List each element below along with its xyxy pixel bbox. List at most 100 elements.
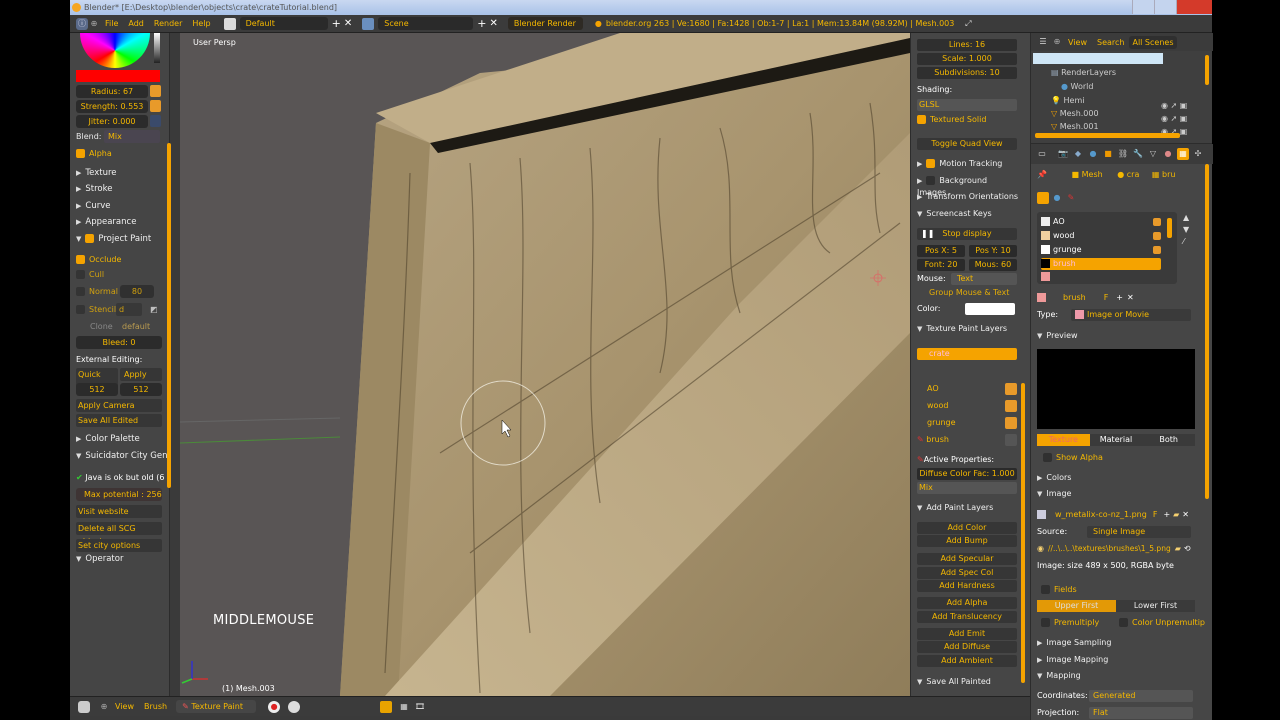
paint-layer-brush[interactable]: ✎ brush	[917, 434, 1017, 446]
group-mouse-text-checkbox[interactable]: Group Mouse & Text	[917, 287, 1017, 299]
lower-first-option[interactable]: Lower First	[1116, 600, 1195, 612]
apply-camera-image-button[interactable]: Apply Camera Image	[76, 399, 162, 423]
data-tab-icon[interactable]: ▽	[1147, 148, 1159, 160]
add-bump-button[interactable]: Add Bump	[917, 535, 1017, 547]
stop-display-button[interactable]: ❚❚ Stop display	[917, 228, 1017, 240]
outliner-item-world[interactable]: ● World	[1061, 82, 1093, 91]
pos-y-field[interactable]: Pos Y: 10	[969, 245, 1017, 257]
pivot-icon[interactable]	[288, 700, 301, 713]
panel-texture[interactable]: ▶ Texture	[76, 167, 162, 180]
face-mask-icon[interactable]	[380, 700, 393, 713]
clone-layer-field[interactable]: default	[122, 320, 150, 333]
shading-select[interactable]: GLSL	[917, 99, 1017, 111]
pin-icon[interactable]: 📌	[1037, 170, 1047, 179]
render-engine-select[interactable]: Blender Render	[507, 17, 583, 30]
delete-screen-button[interactable]: ✕	[344, 18, 352, 29]
reload-image-icon[interactable]: ⟲	[1184, 544, 1191, 553]
texture-tab-icon[interactable]: ▦	[1177, 148, 1189, 160]
mouse-size-field[interactable]: Mous: 60	[969, 259, 1017, 271]
add-screen-button[interactable]: +	[332, 17, 341, 30]
editor-type-icon[interactable]: ⓘ	[76, 17, 88, 30]
editor-type-3dview-icon[interactable]	[78, 700, 90, 713]
max-potential-field[interactable]: Max potential : 256	[76, 488, 162, 501]
normal-checkbox[interactable]: Normal 80	[76, 285, 162, 298]
panel-operator[interactable]: ▼ Operator	[76, 553, 162, 566]
color-unpremultiply-checkbox[interactable]: Color Unpremultip	[1119, 617, 1205, 629]
add-color-button[interactable]: Add Color	[917, 522, 1017, 534]
upper-first-option[interactable]: Upper First	[1037, 600, 1116, 612]
scene-tab-icon[interactable]: ◆	[1072, 148, 1084, 160]
preview-tab-material[interactable]: Material	[1089, 434, 1143, 446]
bleed-slider[interactable]: Bleed: 0	[76, 336, 162, 349]
collapse-menu-icon[interactable]: ⊕	[98, 701, 110, 713]
screen-layout-select[interactable]: Default	[239, 17, 328, 30]
add-ambient-button[interactable]: Add Ambient	[917, 655, 1017, 667]
text-color-swatch[interactable]	[965, 303, 1015, 315]
collapse-menu-icon[interactable]: ⊕	[1051, 36, 1063, 48]
image-source-select[interactable]: Single Image	[1087, 526, 1191, 538]
set-city-options-button[interactable]: Set city options	[76, 539, 162, 552]
particles-tab-icon[interactable]: ✣	[1192, 148, 1204, 160]
texture-list-scrollbar[interactable]	[1167, 218, 1172, 238]
world-textures-icon[interactable]: ●	[1051, 192, 1063, 204]
screen-grab-y-field[interactable]: 512	[120, 383, 162, 396]
textured-solid-checkbox[interactable]: Textured Solid	[917, 114, 1017, 126]
occlude-checkbox[interactable]: Occlude	[76, 253, 162, 266]
brush-textures-icon[interactable]: ✎	[1065, 192, 1077, 204]
texture-type-select[interactable]: Image or Movie	[1071, 309, 1191, 321]
panel-transform-orientations[interactable]: ▶ Transform Orientations	[917, 191, 1018, 203]
grid-scale-field[interactable]: Scale: 1.000	[917, 53, 1017, 65]
panel-suicidator[interactable]: ▼ Suicidator City Gener	[76, 450, 168, 463]
panel-texture-paint-layers[interactable]: ▼ Texture Paint Layers	[917, 323, 1017, 335]
outliner-vscrollbar[interactable]	[1205, 55, 1209, 85]
mode-select[interactable]: ✎ Texture Paint	[176, 700, 257, 713]
unlink-texture-button[interactable]: ✕	[1127, 293, 1134, 302]
texture-slot-grunge[interactable]: grunge	[1041, 244, 1161, 256]
panel-save-all-painted[interactable]: ▼ Save All Painted	[917, 676, 1017, 688]
render-icon[interactable]: 🎞	[414, 701, 426, 713]
projection-select[interactable]: Flat	[1089, 707, 1193, 719]
image-fake-user-button[interactable]: F	[1153, 510, 1158, 519]
texture-slot-move-buttons[interactable]: ▲ ▼ ⁄	[1183, 212, 1189, 248]
strength-slider[interactable]: Strength: 0.553	[76, 100, 148, 113]
color-wheel[interactable]	[80, 33, 150, 68]
material-slot-item[interactable]: crate	[917, 348, 1017, 360]
panel-background-images[interactable]: ▶ Background Images	[917, 175, 1017, 197]
mouse-mode-select[interactable]: Text	[951, 273, 1017, 285]
paint-layer-wood[interactable]: wood	[917, 400, 1017, 412]
maximize-button[interactable]	[1154, 0, 1176, 14]
pos-x-field[interactable]: Pos X: 5	[917, 245, 965, 257]
texture-slot-empty[interactable]	[1041, 272, 1050, 281]
panel-mapping[interactable]: ▼ Mapping	[1037, 670, 1197, 682]
texture-slot-ao[interactable]: AO	[1041, 216, 1161, 228]
outliner-filter-select[interactable]: All Scenes	[1129, 35, 1177, 49]
new-texture-button[interactable]: +	[1116, 293, 1123, 302]
outliner-item-mesh000[interactable]: ▽ Mesh.000	[1051, 109, 1099, 118]
layer-icon[interactable]: ▦	[398, 701, 410, 713]
delete-all-scg-button[interactable]: Delete all SCG objects	[76, 522, 162, 546]
image-name-field[interactable]: w_metalix-co-nz_1.png	[1055, 510, 1147, 519]
npanel-scrollbar[interactable]	[1021, 383, 1025, 683]
paint-layer-ao[interactable]: AO	[917, 383, 1017, 395]
preview-tab-both[interactable]: Both	[1142, 434, 1196, 446]
paint-layer-grunge[interactable]: grunge	[917, 417, 1017, 429]
jitter-pressure-icon[interactable]	[150, 115, 161, 127]
add-hardness-button[interactable]: Add Hardness	[917, 580, 1017, 592]
panel-image-sampling[interactable]: ▶ Image Sampling	[1037, 637, 1197, 649]
stencil-invert-icon[interactable]: ◩	[150, 303, 158, 316]
3d-viewport[interactable]: User Persp MIDDLEMOUSE (1) Mesh.003	[180, 33, 910, 696]
fields-checkbox[interactable]: Fields	[1037, 584, 1197, 596]
menu-brush[interactable]: Brush	[139, 702, 172, 711]
object-tab-icon[interactable]: ■	[1102, 148, 1114, 160]
panel-add-paint-layers[interactable]: ▼ Add Paint Layers	[917, 502, 1017, 514]
render-tab-icon[interactable]: 📷	[1057, 148, 1069, 160]
add-scene-button[interactable]: +	[477, 17, 486, 30]
outliner-menu-view[interactable]: View	[1063, 38, 1092, 47]
panel-stroke[interactable]: ▶ Stroke	[76, 183, 162, 196]
diffuse-color-fac-field[interactable]: Diffuse Color Fac: 1.000	[917, 468, 1017, 480]
premultiply-checkbox[interactable]: Premultiply	[1037, 618, 1099, 627]
minimize-button[interactable]	[1132, 0, 1154, 14]
strength-pressure-icon[interactable]	[150, 100, 161, 112]
blend-select[interactable]: Mix	[104, 130, 160, 143]
add-specular-button[interactable]: Add Specular	[917, 553, 1017, 565]
